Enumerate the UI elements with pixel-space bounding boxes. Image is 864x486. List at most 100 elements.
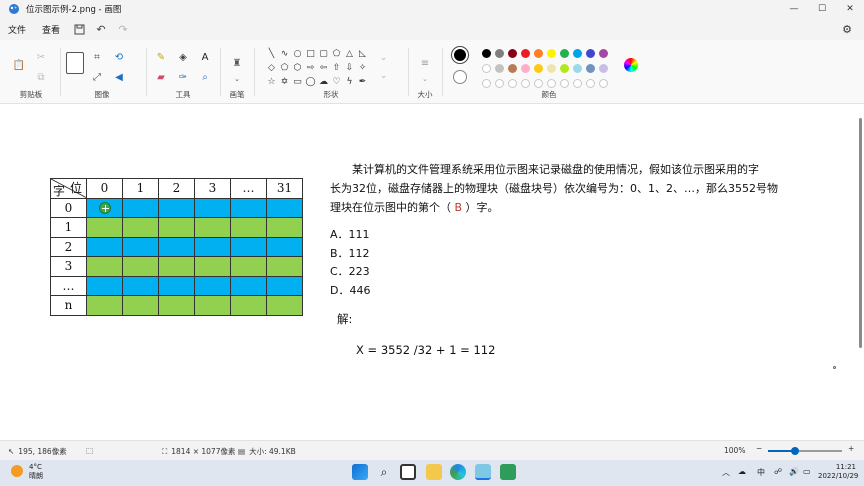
star4-shape-icon[interactable]: ✧ xyxy=(357,62,368,73)
edit-colors-icon[interactable] xyxy=(624,58,638,72)
rectangle-shape-icon[interactable]: □ xyxy=(305,48,316,59)
star5-shape-icon[interactable]: ☆ xyxy=(266,76,277,87)
text-icon[interactable]: A xyxy=(198,50,212,64)
chevron-down-icon[interactable]: ⌄ xyxy=(418,72,432,86)
volume-icon[interactable]: 🔊 xyxy=(789,467,799,476)
fill-icon[interactable]: ◈ xyxy=(176,50,190,64)
network-icon[interactable]: ☍ xyxy=(774,467,782,476)
lightning-shape-icon[interactable]: ϟ xyxy=(344,76,355,87)
zoom-slider[interactable] xyxy=(768,447,842,455)
arrow-left-shape-icon[interactable]: ⇦ xyxy=(318,62,329,73)
maximize-button[interactable]: ☐ xyxy=(808,0,836,18)
edge-browser-icon[interactable] xyxy=(450,464,466,480)
triangle-shape-icon[interactable]: △ xyxy=(344,48,355,59)
color-swatch[interactable] xyxy=(508,49,517,58)
weather-sun-icon[interactable] xyxy=(11,465,23,477)
arrow-right-shape-icon[interactable]: ⇨ xyxy=(305,62,316,73)
custom-color-slot[interactable] xyxy=(560,79,569,88)
color-swatch[interactable] xyxy=(599,64,608,73)
minimize-button[interactable]: — xyxy=(780,0,808,18)
oval-shape-icon[interactable]: ○ xyxy=(292,48,303,59)
arrow-up-shape-icon[interactable]: ⇧ xyxy=(331,62,342,73)
color-swatch[interactable] xyxy=(547,49,556,58)
color-swatch[interactable] xyxy=(534,49,543,58)
pentagon-shape-icon[interactable]: ⬠ xyxy=(279,62,290,73)
custom-color-slot[interactable] xyxy=(534,79,543,88)
hexagon-shape-icon[interactable]: ⬡ xyxy=(292,62,303,73)
brush-icon[interactable]: ♜ xyxy=(230,56,244,70)
pencil-icon[interactable]: ✎ xyxy=(154,50,168,64)
undo-icon[interactable]: ↶ xyxy=(90,18,112,40)
color-swatch[interactable] xyxy=(521,49,530,58)
settings-icon[interactable]: ⚙ xyxy=(838,20,856,38)
custom-color-slot[interactable] xyxy=(586,79,595,88)
color-swatch[interactable] xyxy=(495,64,504,73)
flip-icon[interactable]: ◀ xyxy=(112,70,126,84)
custom-color-slot[interactable] xyxy=(508,79,517,88)
weather-widget[interactable]: 4°C 晴朗 xyxy=(29,463,43,481)
color-swatch[interactable] xyxy=(599,49,608,58)
close-button[interactable]: ✕ xyxy=(836,0,864,18)
right-triangle-shape-icon[interactable]: ◺ xyxy=(357,48,368,59)
save-icon[interactable] xyxy=(68,18,90,40)
callout-oval-shape-icon[interactable]: ◯ xyxy=(305,76,316,87)
line-shape-icon[interactable]: ╲ xyxy=(266,48,277,59)
resize-icon[interactable]: ⤢ xyxy=(90,70,104,84)
color-swatch[interactable] xyxy=(586,49,595,58)
custom-color-slot[interactable] xyxy=(495,79,504,88)
paint-taskbar-icon[interactable] xyxy=(475,464,491,480)
ime-indicator[interactable]: 中 xyxy=(757,467,765,478)
battery-icon[interactable]: ▭ xyxy=(803,467,811,476)
heart-shape-icon[interactable]: ♡ xyxy=(331,76,342,87)
color-swatch[interactable] xyxy=(547,64,556,73)
custom-color-slot[interactable] xyxy=(547,79,556,88)
canvas-resize-handle[interactable] xyxy=(833,366,836,369)
color-swatch[interactable] xyxy=(560,49,569,58)
vertical-scrollbar[interactable] xyxy=(859,118,862,348)
color-picker-icon[interactable]: ✑ xyxy=(176,70,190,84)
color-swatch[interactable] xyxy=(534,64,543,73)
search-icon[interactable]: ⌕ xyxy=(376,464,392,480)
tray-chevron-up-icon[interactable]: ︿ xyxy=(722,467,730,478)
start-windows-icon[interactable] xyxy=(352,464,368,480)
color-swatch[interactable] xyxy=(586,64,595,73)
custom-color-slot[interactable] xyxy=(521,79,530,88)
select-icon[interactable] xyxy=(66,52,84,74)
eraser-icon[interactable]: ▰ xyxy=(154,70,168,84)
secondary-color-swatch[interactable] xyxy=(453,70,467,84)
color-swatch[interactable] xyxy=(573,49,582,58)
crop-icon[interactable]: ⌗ xyxy=(90,50,104,64)
system-clock[interactable]: 11:21 2022/10/29 xyxy=(818,463,858,481)
zoom-in-icon[interactable]: + xyxy=(848,444,854,453)
tray-notification-icon[interactable]: ☁ xyxy=(738,467,746,476)
pen-shape-icon[interactable]: ✒ xyxy=(357,76,368,87)
zoom-out-icon[interactable]: − xyxy=(756,444,762,453)
rounded-rect-shape-icon[interactable]: ▢ xyxy=(318,48,329,59)
color-swatch[interactable] xyxy=(495,49,504,58)
menu-file[interactable]: 文件 xyxy=(0,23,34,36)
callout-cloud-shape-icon[interactable]: ☁ xyxy=(318,76,329,87)
color-swatch[interactable] xyxy=(482,64,491,73)
primary-color-swatch[interactable] xyxy=(452,47,468,63)
notepad-icon[interactable] xyxy=(500,464,516,480)
custom-color-slot[interactable] xyxy=(599,79,608,88)
zoom-slider-handle[interactable] xyxy=(790,447,799,455)
star6-shape-icon[interactable]: ✡ xyxy=(279,76,290,87)
chevron-down-icon[interactable]: ⌄ xyxy=(230,72,244,86)
line-size-icon[interactable]: ≡ xyxy=(418,56,432,70)
polygon-shape-icon[interactable]: ⬠ xyxy=(331,48,342,59)
menu-view[interactable]: 查看 xyxy=(34,23,68,36)
curve-shape-icon[interactable]: ∿ xyxy=(279,48,290,59)
magnifier-icon[interactable]: ⌕ xyxy=(198,70,212,84)
color-swatch[interactable] xyxy=(521,64,530,73)
task-view-icon[interactable] xyxy=(400,464,416,480)
color-swatch[interactable] xyxy=(573,64,582,73)
rotate-icon[interactable]: ⟲ xyxy=(112,50,126,64)
arrow-down-shape-icon[interactable]: ⇩ xyxy=(344,62,355,73)
color-swatch[interactable] xyxy=(508,64,517,73)
callout-rect-shape-icon[interactable]: ▭ xyxy=(292,76,303,87)
custom-color-slot[interactable] xyxy=(573,79,582,88)
custom-color-slot[interactable] xyxy=(482,79,491,88)
diamond-shape-icon[interactable]: ◇ xyxy=(266,62,277,73)
color-swatch[interactable] xyxy=(482,49,491,58)
